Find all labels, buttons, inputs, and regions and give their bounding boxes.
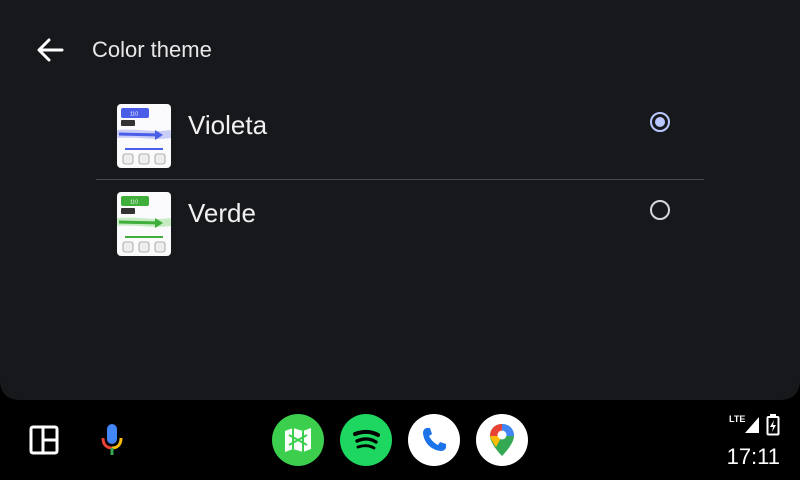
theme-preview-violeta: 110 xyxy=(117,104,171,168)
layout-button[interactable] xyxy=(28,424,60,456)
battery-charging-icon xyxy=(766,414,780,436)
preview-badge-text: 110 xyxy=(130,200,138,206)
radio-button-unselected[interactable] xyxy=(650,200,670,220)
microphone-icon xyxy=(101,424,123,455)
network-type-label: LTE xyxy=(729,414,746,424)
voice-assistant-button[interactable] xyxy=(98,422,126,458)
theme-option-label: Verde xyxy=(188,198,256,228)
spotify-app[interactable] xyxy=(340,414,392,466)
preview-badge-text: 110 xyxy=(130,112,138,118)
google-maps-app[interactable] xyxy=(476,414,528,466)
spotify-icon xyxy=(353,429,380,450)
maps-navigation-app[interactable] xyxy=(272,414,324,466)
theme-option-verde[interactable]: 110 Verde xyxy=(96,180,704,268)
layout-icon xyxy=(29,425,59,455)
phone-app[interactable] xyxy=(408,414,460,466)
clock: 17:11 xyxy=(726,444,780,469)
arrow-back-icon xyxy=(37,38,64,62)
theme-option-label: Violeta xyxy=(188,110,268,140)
theme-option-violeta[interactable]: 110 Violeta xyxy=(96,92,704,180)
radio-button-selected[interactable] xyxy=(650,112,670,132)
map-pin-icon xyxy=(490,424,514,456)
theme-preview-verde: 110 xyxy=(117,192,171,256)
back-button[interactable] xyxy=(30,30,70,70)
signal-icon xyxy=(745,417,759,433)
map-icon xyxy=(285,428,311,452)
phone-icon xyxy=(423,428,446,451)
main-screen: Color theme 110 Violeta 110 Verde xyxy=(0,0,800,400)
page-title: Color theme xyxy=(92,37,212,62)
